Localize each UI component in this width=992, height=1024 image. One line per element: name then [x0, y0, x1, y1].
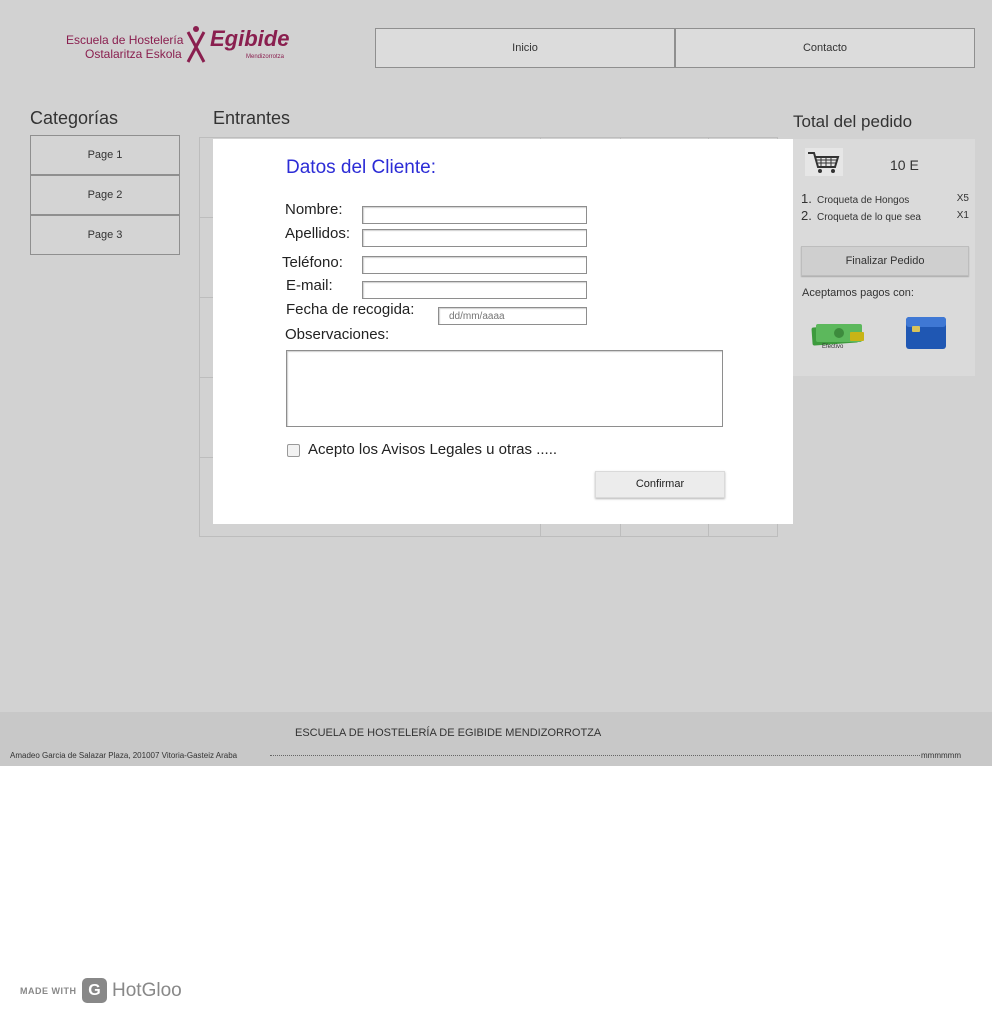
category-page-1[interactable]: Page 1 — [30, 135, 180, 175]
email-input[interactable] — [362, 281, 587, 299]
payments-label: Aceptamos pagos con: — [802, 287, 914, 299]
finalize-order-button[interactable]: Finalizar Pedido — [801, 246, 969, 276]
order-item-name: Croqueta de Hongos — [817, 195, 910, 206]
credit-card-icon — [905, 316, 947, 350]
order-item-qty: X1 — [956, 210, 969, 221]
nav-inicio[interactable]: Inicio — [375, 28, 675, 68]
logo-figure-icon — [186, 26, 206, 63]
footer-title: ESCUELA DE HOSTELERÍA DE EGIBIDE MENDIZO… — [295, 727, 602, 739]
apellidos-label: Apellidos: — [285, 225, 351, 242]
apellidos-input[interactable] — [362, 229, 587, 247]
cash-icon: Efectivo — [810, 320, 866, 352]
fecha-recogida-input[interactable] — [438, 307, 587, 325]
order-item-name: Croqueta de lo que sea — [817, 212, 921, 223]
school-logo[interactable]: Escuela de Hostelería Ostalaritza Eskola… — [60, 22, 290, 70]
confirm-button[interactable]: Confirmar — [595, 471, 725, 498]
fecha-recogida-label: Fecha de recogida: — [286, 301, 415, 318]
nombre-label: Nombre: — [285, 201, 343, 218]
order-title: Total del pedido — [793, 112, 913, 131]
section-title: Entrantes — [213, 108, 291, 128]
nombre-input[interactable] — [362, 206, 587, 224]
logo-line-1: Escuela de Hostelería — [66, 33, 184, 47]
logo-brand: Egibide — [210, 26, 290, 51]
order-total: 10 E — [890, 157, 919, 173]
category-page-3[interactable]: Page 3 — [30, 215, 180, 255]
order-item: 1. Croqueta de Hongos X5 — [801, 191, 969, 206]
header: Escuela de Hostelería Ostalaritza Eskola… — [0, 0, 992, 90]
category-page-2[interactable]: Page 2 — [30, 175, 180, 215]
logo-line-2: Ostalaritza Eskola — [85, 47, 182, 61]
cash-label: Efectivo — [822, 344, 844, 350]
order-item-number: 2. — [801, 208, 812, 223]
legal-label: Acepto los Avisos Legales u otras ..... — [308, 441, 558, 458]
footer-address: Amadeo Garcia de Salazar Plaza, 201007 V… — [10, 751, 238, 760]
email-label: E-mail: — [286, 277, 333, 294]
shopping-cart-icon — [805, 148, 843, 176]
hotgloo-brand[interactable]: HotGloo — [112, 980, 182, 1002]
footer-tail-text: mmmmmm — [921, 751, 961, 760]
nav-contacto[interactable]: Contacto — [675, 28, 975, 68]
hotgloo-logo-icon[interactable]: G — [82, 978, 107, 1003]
order-item: 2. Croqueta de lo que sea X1 — [801, 208, 969, 223]
telefono-input[interactable] — [362, 256, 587, 274]
legal-checkbox[interactable] — [287, 444, 300, 457]
observaciones-label: Observaciones: — [285, 326, 390, 343]
made-with-label: MADE WITH — [20, 986, 77, 996]
order-item-number: 1. — [801, 191, 812, 206]
footer-divider — [270, 755, 920, 756]
categories-title: Categorías — [30, 108, 119, 128]
telefono-label: Teléfono: — [282, 254, 343, 271]
logo-sub: Mendizorrotza — [246, 54, 285, 60]
modal-title: Datos del Cliente: — [286, 157, 436, 178]
observaciones-textarea[interactable] — [286, 350, 723, 427]
order-item-qty: X5 — [956, 193, 969, 204]
